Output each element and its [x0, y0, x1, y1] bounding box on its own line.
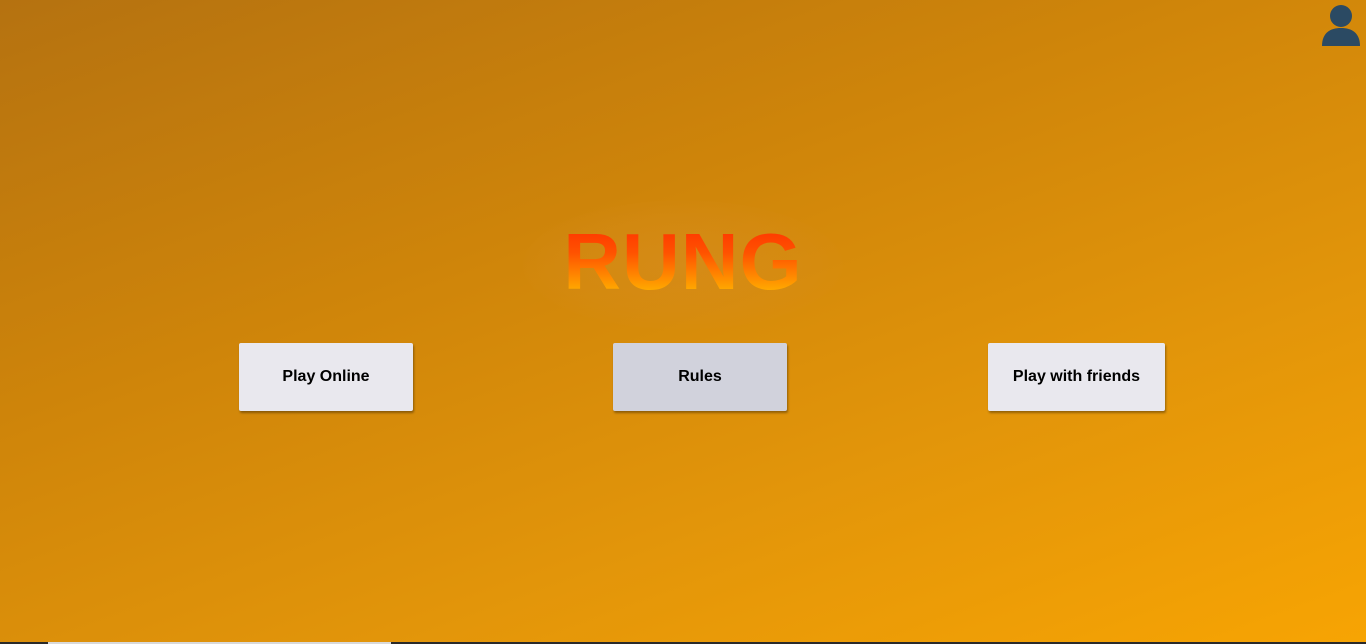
play-with-friends-button[interactable]: Play with friends	[988, 343, 1165, 411]
title-text: RUNG	[563, 217, 803, 306]
play-with-friends-label: Play with friends	[1012, 368, 1141, 385]
play-online-button[interactable]: Play Online	[239, 343, 413, 411]
page-title: RUNG	[0, 216, 1366, 308]
rules-label: Rules	[678, 368, 722, 385]
user-icon[interactable]	[1321, 3, 1361, 47]
rules-button[interactable]: Rules	[613, 343, 787, 411]
play-online-label: Play Online	[282, 368, 370, 385]
